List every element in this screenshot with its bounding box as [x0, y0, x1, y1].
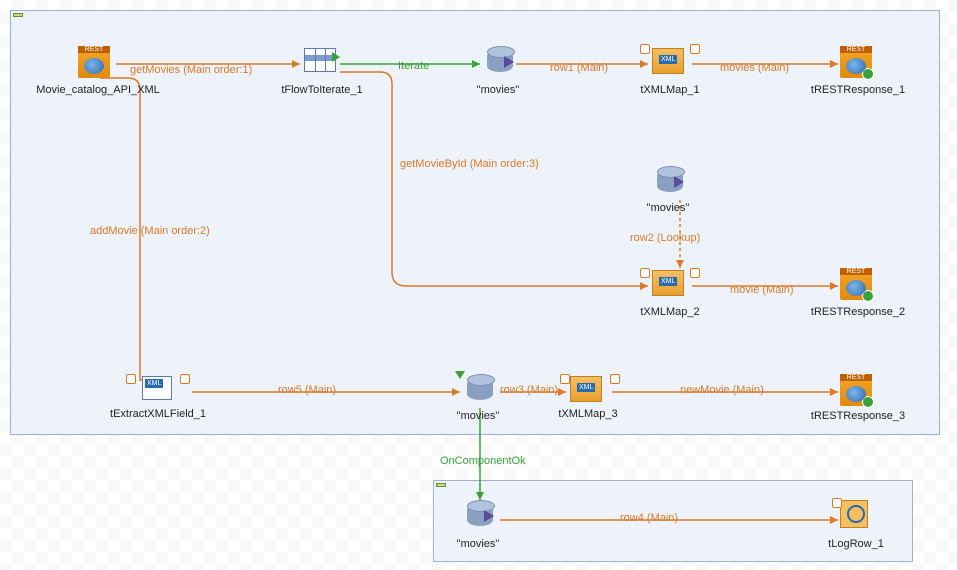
label-xmlmap-2: tXMLMap_2: [640, 306, 699, 318]
port-icon: [690, 268, 700, 278]
label-movies-1: "movies": [477, 84, 520, 96]
label-movies-2: "movies": [647, 202, 690, 214]
component-restresponse-3[interactable]: [840, 374, 876, 410]
rest-icon: [840, 268, 872, 300]
component-rest-request[interactable]: [78, 46, 114, 82]
component-xmlmap-2[interactable]: [652, 270, 688, 306]
port-icon: [610, 374, 620, 384]
label-xmlmap-3: tXMLMap_3: [558, 408, 617, 420]
conn-addmovie: addMovie (Main order:2): [90, 225, 210, 237]
port-icon: [640, 268, 650, 278]
label-restresponse-2: tRESTResponse_2: [811, 306, 905, 318]
conn-movies: movies (Main): [720, 62, 789, 74]
xmlmap-icon: [570, 376, 602, 402]
port-icon: [640, 44, 650, 54]
conn-row4: row4 (Main): [620, 512, 678, 524]
port-icon: [180, 374, 190, 384]
component-restresponse-2[interactable]: [840, 268, 876, 304]
arrow-icon: [674, 176, 684, 188]
label-extractxml: tExtractXMLField_1: [110, 408, 206, 420]
component-logrow[interactable]: [840, 500, 876, 536]
conn-newmovie: newMovie (Main): [680, 384, 764, 396]
port-icon: [560, 374, 570, 384]
xmlmap-icon: [652, 270, 684, 296]
port-icon: [126, 374, 136, 384]
rest-icon: [840, 46, 872, 78]
component-extractxml[interactable]: [142, 376, 178, 412]
port-icon: [690, 44, 700, 54]
xmlfield-icon: [142, 376, 172, 400]
label-xmlmap-1: tXMLMap_1: [640, 84, 699, 96]
arrow-icon: [504, 56, 514, 68]
arrow-icon: [484, 510, 494, 522]
xmlmap-icon: [652, 48, 684, 74]
port-icon: [832, 498, 842, 508]
conn-row2: row2 (Lookup): [630, 232, 700, 244]
label-logrow: tLogRow_1: [828, 538, 884, 550]
collapse-toggle-icon[interactable]: [436, 483, 446, 487]
conn-oncomponentok: OnComponentOk: [440, 455, 526, 467]
component-restresponse-1[interactable]: [840, 46, 876, 82]
label-restresponse-3: tRESTResponse_3: [811, 410, 905, 422]
conn-getmoviebyid: getMovieById (Main order:3): [400, 158, 539, 170]
label-restresponse-1: tRESTResponse_1: [811, 84, 905, 96]
conn-row3: row3 (Main): [500, 384, 558, 396]
rest-icon: [840, 374, 872, 406]
label-movies-3: "movies": [457, 410, 500, 422]
conn-getmovies: getMovies (Main order:1): [130, 64, 252, 76]
conn-movie: movie (Main): [730, 284, 794, 296]
collapse-toggle-icon[interactable]: [13, 13, 23, 17]
logrow-icon: [840, 500, 868, 528]
rest-icon: [78, 46, 110, 78]
label-movie-catalog: Movie_catalog_API_XML: [36, 84, 160, 96]
conn-iterate: Iterate: [398, 60, 429, 72]
component-xmlmap-1[interactable]: [652, 48, 688, 84]
arrow-icon: [332, 52, 340, 62]
conn-row1: row1 (Main): [550, 62, 608, 74]
component-flowtoiterate[interactable]: [304, 48, 340, 84]
component-db-movies-1[interactable]: [482, 46, 518, 82]
database-icon: [467, 374, 493, 402]
component-db-movies-4[interactable]: [462, 500, 498, 536]
component-db-movies-3[interactable]: [462, 374, 498, 410]
label-flowtoiterate: tFlowToIterate_1: [281, 84, 362, 96]
component-db-movies-2[interactable]: [652, 166, 688, 202]
arrow-icon: [455, 371, 465, 379]
conn-row5: row5 (Main): [278, 384, 336, 396]
component-xmlmap-3[interactable]: [570, 376, 606, 412]
label-movies-4: "movies": [457, 538, 500, 550]
